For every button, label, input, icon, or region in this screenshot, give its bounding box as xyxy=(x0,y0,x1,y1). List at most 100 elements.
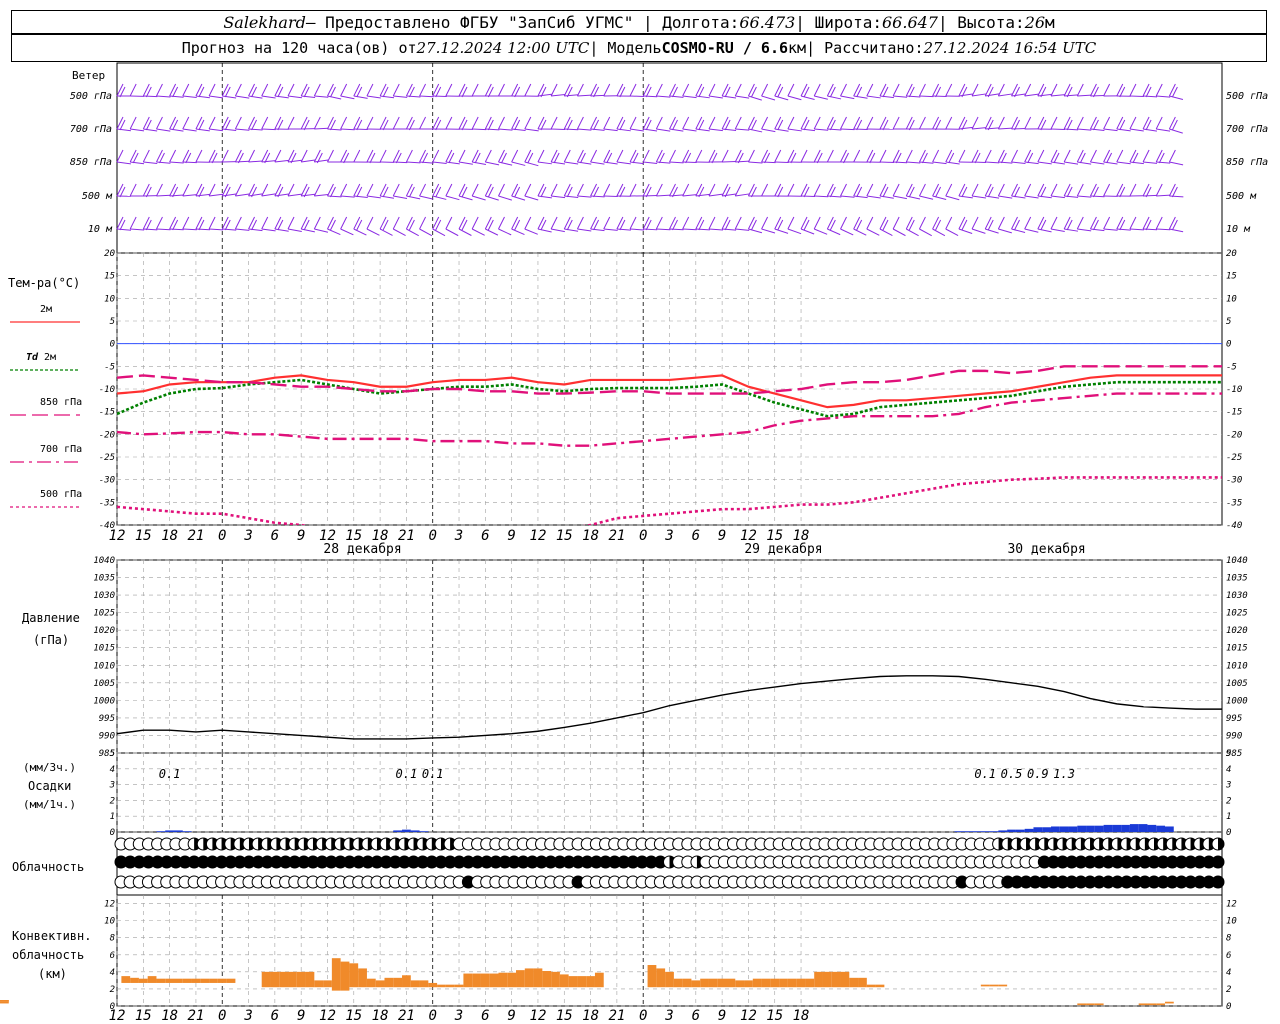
conv-bar xyxy=(419,980,429,988)
wind-barb-flag xyxy=(537,216,545,230)
wind-barb-shaft xyxy=(406,161,421,164)
wind-barb-flag xyxy=(169,116,177,130)
wind-barb-shaft xyxy=(682,194,697,197)
wind-barb-flag xyxy=(918,116,926,130)
wind-barb-flag xyxy=(892,216,900,230)
y-tick-label: 2 xyxy=(110,796,115,806)
cloud-label: Облачность xyxy=(12,860,84,874)
wind-barb-flag xyxy=(761,183,769,197)
wind-barb-flag xyxy=(261,116,269,130)
wind-barb-shaft xyxy=(1064,94,1079,97)
wind-barb-shaft xyxy=(814,95,828,100)
wind-barb-flag xyxy=(379,216,387,230)
wind-barb-shaft xyxy=(432,228,446,237)
wind-barb-flag xyxy=(800,116,808,130)
wind-barb-shaft xyxy=(735,128,750,131)
wind-barb-flag xyxy=(300,216,308,230)
conv-bar xyxy=(858,977,867,988)
wind-barb-shaft xyxy=(656,228,671,231)
precip-bar xyxy=(1103,824,1113,832)
y-tick-label: 12 xyxy=(1226,900,1237,910)
wind-barb-flag xyxy=(116,83,124,97)
wind-barb-flag xyxy=(905,216,913,230)
wind-barb-flag xyxy=(550,216,558,230)
wind-barb-shaft xyxy=(156,95,171,98)
wind-barb-flag xyxy=(603,116,611,130)
wind-barb-flag xyxy=(682,83,690,97)
wind-barb-shaft xyxy=(577,228,592,232)
wind-barb-flag xyxy=(537,83,545,97)
wind-barb-flag xyxy=(419,216,427,230)
wind-barb-shaft xyxy=(1090,228,1105,232)
wind-barb-flag xyxy=(445,149,453,163)
wind-barb-shaft xyxy=(893,161,908,164)
precip-bar xyxy=(165,830,175,832)
conv-bar xyxy=(840,971,850,988)
wind-barb-shaft xyxy=(919,161,934,164)
precip-bar xyxy=(972,831,981,832)
wind-barb-shaft xyxy=(643,228,658,231)
wind-barb-flag xyxy=(669,116,676,130)
conv-bar xyxy=(270,971,280,988)
wind-barb-flag xyxy=(498,83,505,97)
hour-tick-label: 15 xyxy=(135,1008,152,1024)
wind-barb-shaft xyxy=(972,161,987,164)
wind-barb-shaft xyxy=(314,159,329,163)
wind-barb-flag xyxy=(1155,183,1163,197)
wind-barb-flag xyxy=(721,83,729,97)
wind-barb-shaft xyxy=(393,95,408,98)
wind-barb-shaft xyxy=(1011,228,1026,234)
y-tick-label: -20 xyxy=(1226,430,1242,440)
conv-bar xyxy=(226,978,236,983)
wind-barb-shaft xyxy=(919,228,932,237)
y-tick-label: -5 xyxy=(104,362,115,372)
conv-bar xyxy=(551,971,560,988)
hour-tick-label: 15 xyxy=(345,1008,362,1024)
wind-barb-flag xyxy=(905,116,913,130)
wind-barb-shaft xyxy=(458,161,473,165)
wind-barb-flag xyxy=(603,183,611,197)
wind-barb-shaft xyxy=(1143,228,1158,231)
hour-tick-label: 0 xyxy=(218,528,226,544)
wind-barb-flag xyxy=(327,83,334,97)
wind-barb-flag xyxy=(1063,149,1071,163)
wind-barb-flag xyxy=(747,183,755,197)
y-tick-label: -35 xyxy=(99,498,115,508)
y-tick-label: 20 xyxy=(104,249,115,259)
wind-barb-flag xyxy=(221,216,229,230)
wind-barb-shaft xyxy=(419,95,434,98)
wind-barb-flag xyxy=(1129,183,1137,197)
wind-barb-shaft xyxy=(893,95,908,98)
wind-barb-flag xyxy=(511,149,519,163)
wind-barb-flag xyxy=(853,183,861,197)
wind-barb-flag xyxy=(1024,183,1032,197)
precip-bar xyxy=(954,831,964,832)
wind-barb-flag xyxy=(300,116,308,130)
wind-barb-flag xyxy=(813,116,821,130)
wind-level-label: 10 м xyxy=(88,224,113,235)
wind-barb-shaft xyxy=(800,128,816,132)
y-tick-label: 4 xyxy=(1226,968,1231,978)
wind-barb-shaft xyxy=(998,161,1013,164)
precip-bar xyxy=(1077,825,1087,832)
wind-barb-shaft xyxy=(209,193,224,197)
wind-barb-flag xyxy=(405,149,413,163)
legend-label: 2м xyxy=(40,304,52,315)
wind-barb-shaft xyxy=(1169,228,1184,233)
wind-barb-shaft xyxy=(353,195,368,199)
wind-barb-shaft xyxy=(195,95,210,99)
y-tick-label: 3 xyxy=(1225,781,1231,791)
wind-barb-shaft xyxy=(761,128,776,133)
wind-barb-flag xyxy=(156,183,163,197)
wind-barb-flag xyxy=(1103,183,1111,197)
wind-barb-flag xyxy=(1037,149,1045,163)
conv-bar xyxy=(261,971,271,988)
conv-bar xyxy=(437,984,446,988)
wind-barb-flag xyxy=(405,216,413,230)
wind-barb-shaft xyxy=(1169,95,1184,101)
wind-barb-shaft xyxy=(1050,128,1065,131)
wind-barb-shaft xyxy=(1090,161,1105,165)
temp-series-3 xyxy=(117,392,1222,447)
wind-barb-shaft xyxy=(182,194,197,197)
wind-barb-flag xyxy=(419,116,427,130)
